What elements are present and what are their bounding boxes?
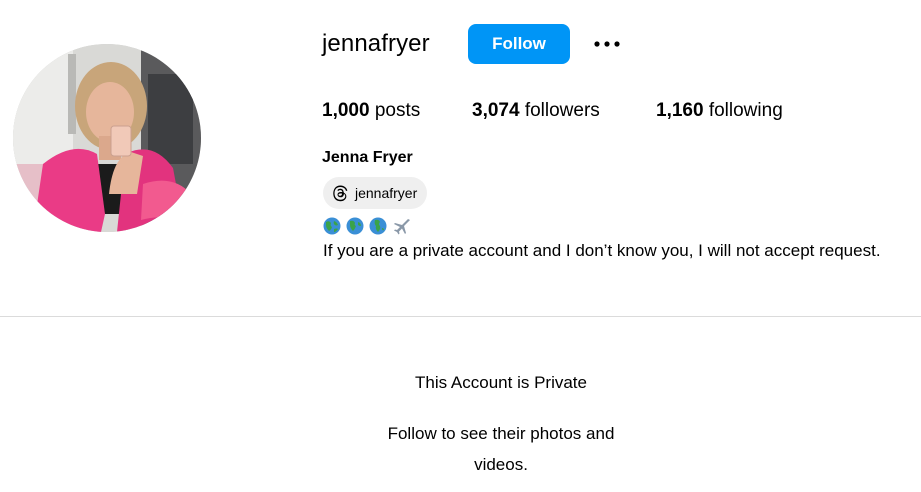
profile-page: jennafryer Follow 1,000 posts 3,074 foll… [0, 0, 921, 492]
globe-icon [323, 217, 341, 235]
followers-stat[interactable]: 3,074 followers [472, 100, 600, 122]
posts-count: 1,000 [322, 100, 370, 121]
followers-count: 3,074 [472, 100, 520, 121]
following-label: following [708, 100, 783, 121]
threads-icon [331, 184, 349, 202]
posts-label: posts [374, 100, 421, 121]
globe-icon [369, 217, 387, 235]
followers-label: followers [524, 100, 600, 121]
globe-icon [346, 217, 364, 235]
more-options-button[interactable] [590, 30, 624, 58]
following-count: 1,160 [656, 100, 704, 121]
more-horizontal-icon [594, 41, 620, 47]
avatar-image [13, 44, 201, 232]
bio-text: If you are a private account and I don’t… [323, 241, 881, 260]
follow-button[interactable]: Follow [468, 24, 570, 64]
posts-stat: 1,000 posts [322, 100, 420, 122]
profile-username: jennafryer [322, 30, 430, 57]
profile-full-name: Jenna Fryer [322, 149, 413, 166]
airplane-icon [392, 217, 410, 235]
private-account-title: This Account is Private [415, 373, 587, 392]
threads-link[interactable]: jennafryer [323, 177, 428, 209]
profile-avatar[interactable] [13, 44, 201, 232]
threads-handle: jennafryer [355, 185, 418, 201]
private-account-subtitle: Follow to see their photos and videos. [387, 424, 615, 474]
bio-emojis [323, 216, 410, 236]
section-divider [0, 316, 921, 317]
following-stat[interactable]: 1,160 following [656, 100, 783, 122]
